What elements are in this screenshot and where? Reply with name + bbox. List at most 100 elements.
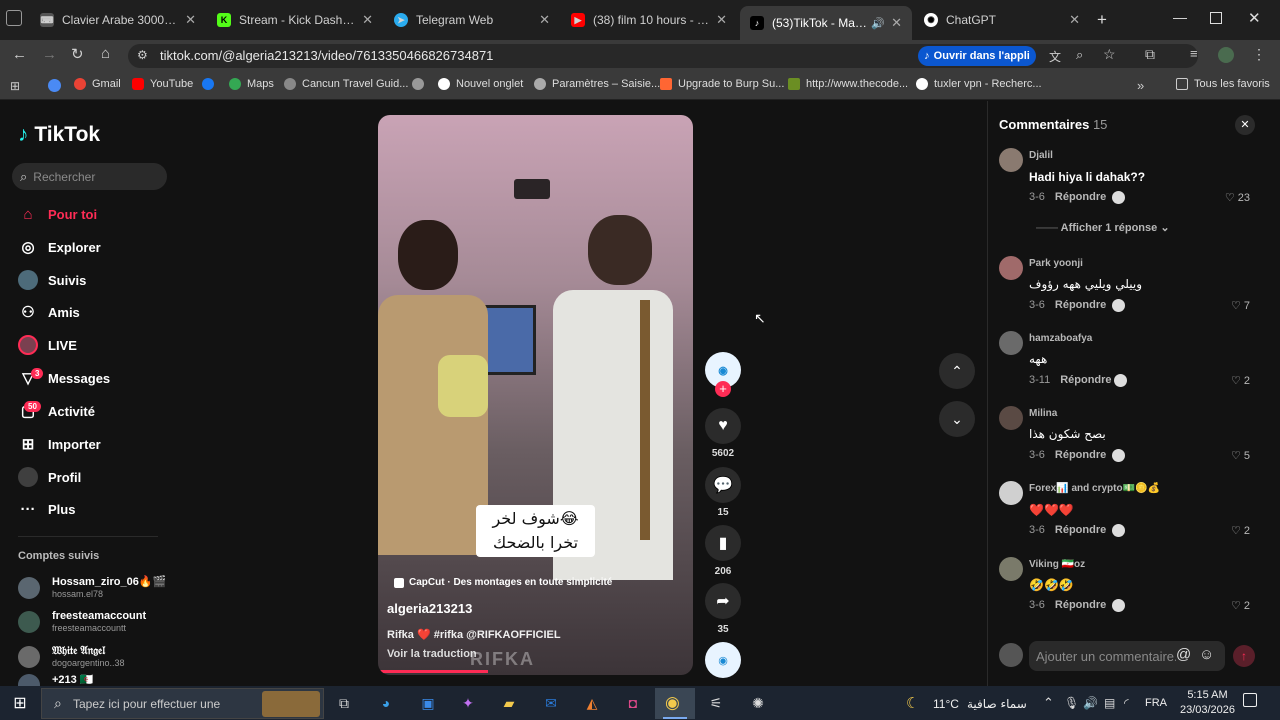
close-tab-icon[interactable]: ✕ xyxy=(716,12,727,28)
video-author[interactable]: algeria213213 xyxy=(387,601,472,616)
comment-user[interactable]: hamzaboafya xyxy=(1029,333,1092,344)
nav-importer[interactable]: ⊞ Importer xyxy=(18,432,101,456)
capcut-link[interactable]: CapCut · Des montages en toute simplicit… xyxy=(394,577,612,588)
close-tab-icon[interactable]: ✕ xyxy=(891,15,902,31)
bookmark-maps[interactable]: Maps xyxy=(229,78,274,90)
apps-icon[interactable]: ⊞ xyxy=(10,79,20,93)
previous-video-button[interactable]: ⌃ xyxy=(939,353,975,389)
bookmark-new-tab[interactable]: Nouvel onglet xyxy=(438,78,523,90)
weather-temp[interactable]: 11°C xyxy=(933,697,959,711)
url-text[interactable]: tiktok.com/@algeria213213/video/76133504… xyxy=(160,48,493,63)
follow-plus-icon[interactable]: + xyxy=(715,381,731,397)
close-tab-icon[interactable]: ✕ xyxy=(1069,12,1080,28)
comment-like[interactable]: ♡ 23 xyxy=(1225,191,1250,204)
comment-like[interactable]: ♡ 2 xyxy=(1231,524,1250,537)
close-window-icon[interactable]: ✕ xyxy=(1248,9,1261,27)
tab-youtube[interactable]: ▶ (38) film 10 hours - YouTube ✕ xyxy=(561,6,737,34)
nav-profil[interactable]: Profil xyxy=(18,465,81,489)
comment-like[interactable]: ♡ 5 xyxy=(1231,449,1250,462)
taskbar-search-input[interactable]: ⌕ Tapez ici pour effectuer une xyxy=(41,688,324,719)
mention-icon[interactable]: @ xyxy=(1176,646,1192,663)
app-icon[interactable]: ⚟ xyxy=(706,693,726,713)
menu-icon[interactable]: ⋮ xyxy=(1252,46,1266,63)
comment-user[interactable]: Djalil xyxy=(1029,150,1053,161)
comment-button[interactable]: 💬 xyxy=(705,467,741,503)
followed-account[interactable]: freesteamaccount freesteamaccountt xyxy=(18,607,146,637)
new-tab-icon[interactable]: + xyxy=(1097,10,1107,30)
drive-icon[interactable] xyxy=(48,79,61,92)
microphone-icon[interactable]: 🎙 xyxy=(1064,696,1079,710)
nav-amis[interactable]: ⚇ Amis xyxy=(18,300,80,324)
bookmark-gmail[interactable]: Gmail xyxy=(74,78,121,90)
close-tab-icon[interactable]: ✕ xyxy=(539,12,550,28)
minimize-icon[interactable]: — xyxy=(1173,9,1187,25)
bookmark-cancun[interactable]: Cancun Travel Guid... xyxy=(284,78,408,90)
file-explorer-icon[interactable]: ▰ xyxy=(499,693,519,713)
home-icon[interactable]: ⌂ xyxy=(101,45,110,62)
next-video-button[interactable]: ⌄ xyxy=(939,401,975,437)
instagram-icon[interactable]: ◘ xyxy=(623,693,643,713)
chatgpt-app-icon[interactable]: ✺ xyxy=(748,693,768,713)
tab-tiktok[interactable]: ♪ (53)TikTok - Make Your Day 🔊 ✕ xyxy=(740,6,912,40)
maximize-icon[interactable] xyxy=(1210,12,1222,24)
language-indicator[interactable]: FRA xyxy=(1145,697,1167,709)
followed-account[interactable]: +213 🇩🇿 xyxy=(18,674,94,686)
bookmark-youtube[interactable]: YouTube xyxy=(132,78,193,90)
bookmark-globe[interactable] xyxy=(412,78,430,90)
like-button[interactable]: ♥ xyxy=(705,408,741,444)
site-info-icon[interactable]: ⚙ xyxy=(137,48,148,62)
emoji-icon[interactable]: ☺ xyxy=(1199,646,1215,663)
tab-kick[interactable]: K Stream - Kick Dashboard ✕ xyxy=(207,6,383,34)
comment-user[interactable]: Park yoonji xyxy=(1029,258,1083,269)
share-button[interactable]: ➦ xyxy=(705,583,741,619)
copilot-icon[interactable]: ✦ xyxy=(458,693,478,713)
hidden-icons-chevron[interactable]: ⌃ xyxy=(1043,695,1054,711)
reply-button[interactable]: Répondre xyxy=(1055,524,1106,536)
tiktok-logo[interactable]: ♪ TikTok xyxy=(18,123,100,147)
bookmark-star-icon[interactable]: ☆ xyxy=(1103,46,1116,63)
reply-button[interactable]: Répondre xyxy=(1055,449,1106,461)
store-icon[interactable]: ▣ xyxy=(418,693,438,713)
comment-user[interactable]: Forex📊 and crypto💵🪙💰 xyxy=(1029,483,1160,494)
followed-account[interactable]: 𝔚𝔥𝔦𝔱𝔢 𝔄𝔫𝔤𝔢𝔩 dogoargentino..38 xyxy=(18,642,125,672)
comment-input[interactable]: Ajouter un commentaire... xyxy=(1029,641,1225,671)
chrome-taskbar-active[interactable]: ◉ xyxy=(655,688,695,719)
comment-like[interactable]: ♡ 2 xyxy=(1231,599,1250,612)
windows-start-icon[interactable]: ⊞ xyxy=(10,693,30,713)
tab-chatgpt[interactable]: ✺ ChatGPT ✕ xyxy=(914,6,1090,34)
close-tab-icon[interactable]: ✕ xyxy=(185,12,196,28)
show-replies-button[interactable]: —— Afficher 1 réponse ⌄ xyxy=(1036,221,1170,234)
bookmark-burp[interactable]: Upgrade to Burp Su... xyxy=(660,78,784,90)
forward-icon[interactable]: → xyxy=(42,46,57,63)
wifi-icon[interactable]: ◜ xyxy=(1124,696,1129,710)
tab-telegram[interactable]: ➤ Telegram Web ✕ xyxy=(384,6,560,34)
save-button[interactable]: ▮ xyxy=(705,525,741,561)
translate-link[interactable]: Voir la traduction xyxy=(387,648,477,660)
comment-avatar[interactable] xyxy=(999,406,1023,430)
music-disc[interactable]: ◉ xyxy=(705,642,741,678)
profile-avatar-icon[interactable] xyxy=(1218,47,1234,63)
taskbar-date[interactable]: 23/03/2026 xyxy=(1174,704,1241,716)
translate-icon[interactable]: 文 xyxy=(1049,48,1061,65)
nav-pour-toi[interactable]: ⌂ Pour toi xyxy=(18,202,97,226)
notifications-icon[interactable] xyxy=(1243,693,1257,707)
media-icon[interactable]: ≡ xyxy=(1190,46,1198,61)
all-bookmarks-folder[interactable]: Tous les favoris xyxy=(1176,78,1270,90)
comment-avatar[interactable] xyxy=(999,256,1023,280)
reply-button[interactable]: Répondre xyxy=(1055,299,1106,311)
task-view-icon[interactable]: ⧉ xyxy=(334,693,354,713)
bookmark-settings[interactable]: Paramètres – Saisie... xyxy=(534,78,660,90)
bookmark-tuxler[interactable]: tuxler vpn - Recherc... xyxy=(916,78,1042,90)
comment-avatar[interactable] xyxy=(999,481,1023,505)
nav-live[interactable]: LIVE xyxy=(18,333,77,357)
comment-like[interactable]: ♡ 2 xyxy=(1231,374,1250,387)
extensions-icon[interactable]: ⧉ xyxy=(1145,46,1155,63)
taskbar-time[interactable]: 5:15 AM xyxy=(1180,689,1235,701)
comment-avatar[interactable] xyxy=(999,148,1023,172)
back-icon[interactable]: ← xyxy=(12,46,27,63)
more-bookmarks-icon[interactable]: » xyxy=(1137,78,1144,93)
tab-search-icon[interactable] xyxy=(6,10,22,26)
comment-user[interactable]: Milina xyxy=(1029,408,1057,419)
close-tab-icon[interactable]: ✕ xyxy=(362,12,373,28)
network-icon[interactable]: ▤ xyxy=(1104,696,1115,710)
